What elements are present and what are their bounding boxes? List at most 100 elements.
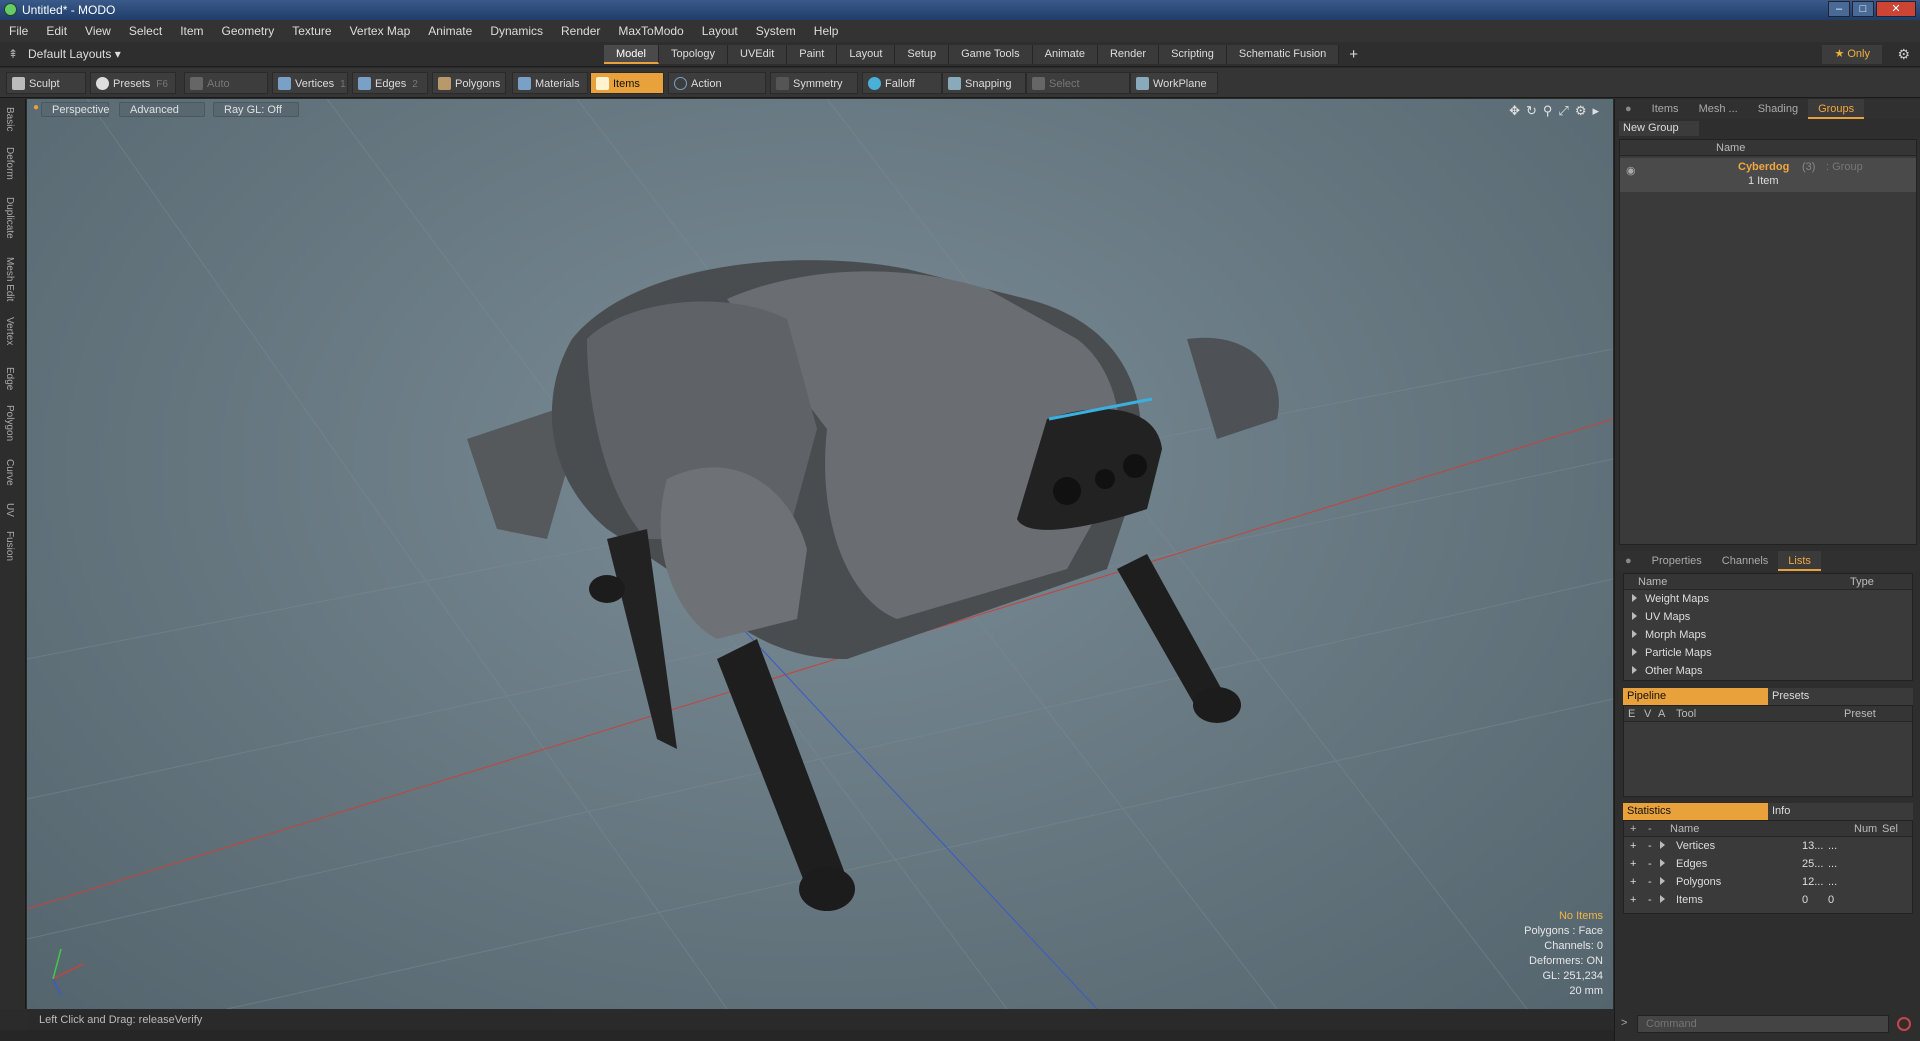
menu-help[interactable]: Help	[805, 24, 848, 38]
sculpt-button[interactable]: Sculpt	[6, 72, 86, 94]
workplane-button[interactable]: WorkPlane	[1130, 72, 1218, 94]
menu-dynamics[interactable]: Dynamics	[481, 24, 552, 38]
list-item[interactable]: Particle Maps	[1624, 644, 1912, 662]
tab-channels[interactable]: Channels	[1712, 551, 1778, 571]
snapping-button[interactable]: Snapping	[942, 72, 1026, 94]
advanced-button[interactable]: Advanced	[119, 102, 205, 117]
stats-row[interactable]: + - Items 0 0	[1624, 891, 1912, 909]
strip-basic[interactable]: Basic	[4, 107, 15, 131]
tab-paint[interactable]: Paint	[787, 45, 838, 64]
pin-icon[interactable]: ⇞	[8, 47, 18, 61]
polygons-button[interactable]: Polygons	[432, 72, 506, 94]
menu-system[interactable]: System	[747, 24, 805, 38]
maximize-button[interactable]: □	[1852, 1, 1874, 17]
tab-layout[interactable]: Layout	[837, 45, 896, 64]
stats-row[interactable]: + - Polygons 12... ...	[1624, 873, 1912, 891]
command-prompt-icon: >	[1621, 1017, 1628, 1029]
strip-deform[interactable]: Deform	[4, 147, 15, 180]
move-view-icon[interactable]: ✥	[1509, 103, 1520, 119]
menu-edit[interactable]: Edit	[37, 24, 76, 38]
tab-scripting[interactable]: Scripting	[1159, 45, 1227, 64]
viewport-settings-icon[interactable]: ⚙	[1575, 103, 1587, 119]
panel-menu-icon-2[interactable]: ●	[1615, 551, 1642, 571]
tab-animate[interactable]: Animate	[1032, 45, 1098, 64]
3d-viewport[interactable]: ● Perspective Advanced Ray GL: Off ✥ ↻ ⚲…	[27, 99, 1613, 1009]
materials-button[interactable]: Materials	[512, 72, 588, 94]
tab-properties[interactable]: Properties	[1642, 551, 1712, 571]
add-tab-button[interactable]: +	[1339, 45, 1368, 64]
tab-game-tools[interactable]: Game Tools	[949, 45, 1033, 64]
auto-select-button[interactable]: Auto Select	[184, 72, 268, 112]
vertices-icon	[278, 77, 291, 90]
tab-pipeline[interactable]: Pipeline	[1623, 688, 1768, 705]
list-item[interactable]: Other Maps	[1624, 662, 1912, 680]
zoom-view-icon[interactable]: ⚲	[1543, 103, 1553, 119]
tab-items[interactable]: Items	[1642, 99, 1689, 119]
tab-render[interactable]: Render	[1097, 45, 1160, 64]
tab-info[interactable]: Info	[1768, 803, 1913, 820]
only-toggle[interactable]: ★ Only	[1822, 45, 1882, 64]
fit-view-icon[interactable]: ⤢	[1558, 103, 1568, 119]
menu-select[interactable]: Select	[120, 24, 171, 38]
panel-menu-icon[interactable]: ●	[1615, 99, 1642, 119]
strip-duplicate[interactable]: Duplicate	[4, 197, 15, 239]
group-row-cyberdog[interactable]: ◉ Cyberdog (3) : Group 1 Item	[1620, 158, 1916, 192]
rotate-view-icon[interactable]: ↻	[1526, 103, 1537, 119]
new-group-button[interactable]: New Group	[1619, 121, 1699, 136]
viewport-menu-icon[interactable]: ●	[33, 102, 39, 113]
strip-vertex[interactable]: Vertex	[4, 317, 15, 345]
minimize-button[interactable]: –	[1828, 1, 1850, 17]
close-button[interactable]: ✕	[1876, 1, 1916, 17]
edges-button[interactable]: Edges 2	[352, 72, 428, 94]
falloff-button[interactable]: Falloff	[862, 72, 942, 94]
raygl-button[interactable]: Ray GL: Off	[213, 102, 299, 117]
menu-layout[interactable]: Layout	[693, 24, 747, 38]
perspective-button[interactable]: Perspective	[41, 102, 109, 117]
visibility-eye-icon[interactable]: ◉	[1626, 162, 1636, 180]
select-through-button[interactable]: Select Through	[1026, 72, 1130, 112]
tab-groups[interactable]: Groups	[1808, 99, 1865, 119]
viewport-expand-icon[interactable]: ▸	[1592, 103, 1599, 119]
menu-maxtomodo[interactable]: MaxToModo	[609, 24, 692, 38]
strip-fusion[interactable]: Fusion	[4, 531, 15, 561]
tab-schematic-fusion[interactable]: Schematic Fusion	[1226, 45, 1340, 64]
menu-animate[interactable]: Animate	[419, 24, 481, 38]
tab-uvedit[interactable]: UVEdit	[728, 45, 788, 64]
default-layouts-dropdown[interactable]: Default Layouts ▾	[28, 47, 121, 61]
tab-lists[interactable]: Lists	[1778, 551, 1821, 571]
presets-icon	[96, 77, 109, 90]
tab-statistics[interactable]: Statistics	[1623, 803, 1768, 820]
list-item[interactable]: Morph Maps	[1624, 626, 1912, 644]
menu-vertex-map[interactable]: Vertex Map	[341, 24, 420, 38]
gear-icon[interactable]: ⚙	[1897, 46, 1910, 63]
command-input[interactable]	[1637, 1015, 1889, 1033]
menu-render[interactable]: Render	[552, 24, 609, 38]
menu-texture[interactable]: Texture	[283, 24, 340, 38]
strip-mesh-edit[interactable]: Mesh Edit	[4, 257, 15, 301]
strip-edge[interactable]: Edge	[4, 367, 15, 390]
items-button[interactable]: Items	[590, 72, 664, 94]
strip-uv[interactable]: UV	[4, 503, 15, 517]
menu-geometry[interactable]: Geometry	[213, 24, 284, 38]
action-center-button[interactable]: Action Center	[668, 72, 766, 112]
record-icon[interactable]	[1897, 1017, 1911, 1031]
tab-model[interactable]: Model	[604, 45, 659, 64]
tab-setup[interactable]: Setup	[895, 45, 950, 64]
list-item[interactable]: Weight Maps	[1624, 590, 1912, 608]
strip-curve[interactable]: Curve	[4, 459, 15, 486]
list-item[interactable]: UV Maps	[1624, 608, 1912, 626]
stats-row[interactable]: + - Vertices 13... ...	[1624, 837, 1912, 855]
menu-item[interactable]: Item	[171, 24, 212, 38]
tab-topology[interactable]: Topology	[658, 45, 729, 64]
vertices-button[interactable]: Vertices 1	[272, 72, 348, 94]
symmetry-button[interactable]: Symmetry	[770, 72, 858, 94]
tab-mesh[interactable]: Mesh ...	[1689, 99, 1748, 119]
presets-button[interactable]: Presets F6	[90, 72, 176, 94]
stats-row[interactable]: + - Edges 25... ...	[1624, 855, 1912, 873]
strip-polygon[interactable]: Polygon	[4, 405, 15, 441]
menu-file[interactable]: File	[0, 24, 37, 38]
tab-presets[interactable]: Presets	[1768, 688, 1913, 705]
menu-bar: File Edit View Select Item Geometry Text…	[0, 20, 1920, 42]
tab-shading[interactable]: Shading	[1748, 99, 1808, 119]
menu-view[interactable]: View	[76, 24, 120, 38]
